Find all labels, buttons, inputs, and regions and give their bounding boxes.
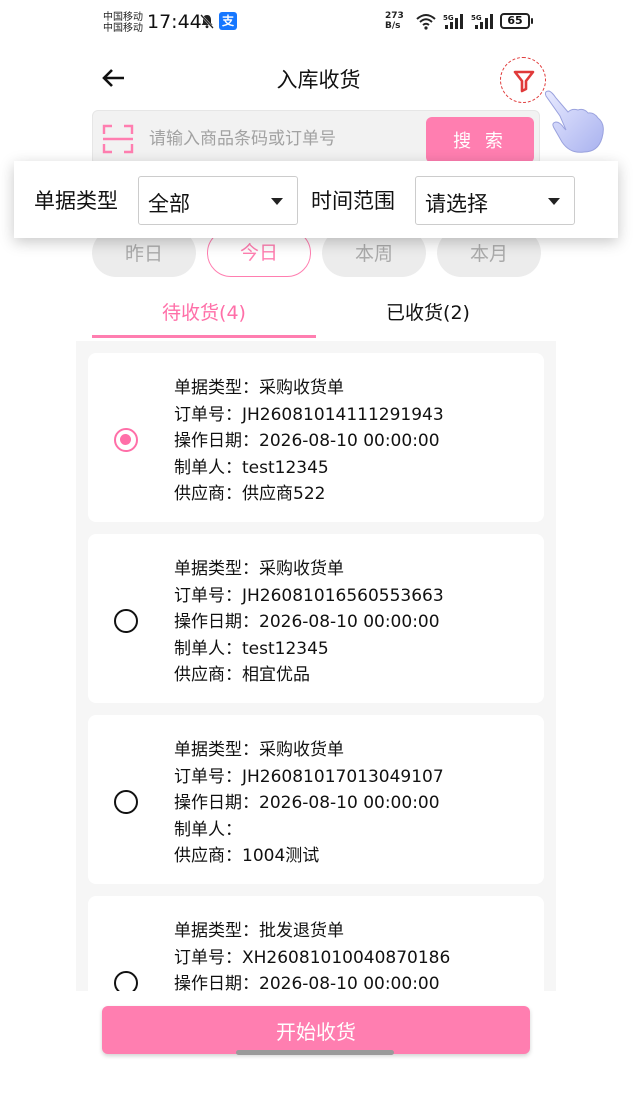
tab-pending[interactable]: 待收货(4) [92,298,316,325]
order-card[interactable]: 单据类型：采购收货单 订单号：JH26081014111291943 操作日期：… [88,353,544,522]
search-button[interactable]: 搜 索 [426,117,534,163]
dropdown-caret-icon [548,198,560,205]
order-date: 操作日期：2026-08-10 00:00:00 [174,974,440,991]
order-doc-type: 单据类型：采购收货单 [174,378,344,398]
order-doc-type: 单据类型：采购收货单 [174,740,344,760]
time-range-value: 请选择 [425,192,488,216]
filter-panel: 单据类型 全部 时间范围 请选择 [14,161,618,238]
svg-text:5G: 5G [443,14,454,22]
clock: 17:44 [147,11,202,33]
order-doc-type: 单据类型：采购收货单 [174,559,344,579]
tab-underline [92,335,316,338]
order-date: 操作日期：2026-08-10 00:00:00 [174,793,440,813]
net-speed: 273 B/s [385,11,404,31]
carrier-labels: 中国移动 中国移动 [103,12,143,34]
order-date: 操作日期：2026-08-10 00:00:00 [174,431,440,451]
order-radio[interactable] [114,609,138,633]
order-doc-type: 单据类型：批发退货单 [174,921,344,941]
tab-received[interactable]: 已收货(2) [316,298,540,325]
svg-text:5G: 5G [471,14,482,22]
order-supplier: 供应商：相宜优品 [174,665,310,685]
order-number: 订单号：XH26081010040870186 [174,947,451,968]
order-number: 订单号：JH26081016560553663 [174,585,444,606]
order-date: 操作日期：2026-08-10 00:00:00 [174,612,440,632]
order-details: 单据类型：采购收货单 订单号：JH26081014111291943 操作日期：… [174,375,444,508]
alipay-icon: 支 [219,12,237,30]
signal-5g-icon: 5G [443,14,463,29]
order-number: 订单号：JH26081014111291943 [174,404,444,425]
pointing-hand-icon [544,90,604,153]
carrier-2: 中国移动 [103,23,143,34]
order-card[interactable]: 单据类型：采购收货单 订单号：JH26081017013049107 操作日期：… [88,715,544,884]
doc-type-label: 单据类型 [34,189,118,213]
order-radio[interactable] [114,971,138,991]
order-number: 订单号：JH26081017013049107 [174,766,444,787]
order-maker: 制单人： [174,819,242,840]
order-card[interactable]: 单据类型：批发退货单 订单号：XH26081010040870186 操作日期：… [88,896,544,991]
battery-icon: 65 [500,13,533,29]
funnel-icon [513,70,535,93]
wifi-icon [416,14,436,30]
signal-5g-icon-2: 5G [471,14,493,29]
home-indicator[interactable] [236,1050,394,1055]
net-speed-unit: B/s [385,21,401,31]
order-supplier: 供应商：供应商522 [174,484,326,504]
doc-type-select[interactable]: 全部 [138,176,298,225]
barcode-scan-icon[interactable] [102,123,134,155]
order-list[interactable]: 单据类型：采购收货单 订单号：JH26081014111291943 操作日期：… [76,341,556,991]
search-bar: 搜 索 [92,110,540,166]
order-details: 单据类型：采购收货单 订单号：JH26081017013049107 操作日期：… [174,737,444,870]
status-bar: 中国移动 中国移动 17:44 支 273 B/s 5G 5G 65 [0,0,637,44]
time-range-select[interactable]: 请选择 [415,176,575,225]
doc-type-value: 全部 [148,192,190,216]
net-speed-value: 273 [385,11,404,21]
order-card[interactable]: 单据类型：采购收货单 订单号：JH26081016560553663 操作日期：… [88,534,544,703]
search-input[interactable] [149,125,409,153]
start-receiving-button[interactable]: 开始收货 [102,1006,530,1054]
order-radio[interactable] [114,790,138,814]
dropdown-caret-icon [271,198,283,205]
time-range-label: 时间范围 [311,189,395,213]
bell-mute-icon [200,14,214,29]
order-maker: 制单人：test12345 [174,457,329,478]
order-maker: 制单人：test12345 [174,638,329,659]
order-supplier: 供应商：1004测试 [174,846,320,866]
order-radio[interactable] [114,428,138,452]
order-details: 单据类型：批发退货单 订单号：XH26081010040870186 操作日期：… [174,918,450,991]
order-details: 单据类型：采购收货单 订单号：JH26081016560553663 操作日期：… [174,556,444,689]
carrier-1: 中国移动 [103,12,143,23]
